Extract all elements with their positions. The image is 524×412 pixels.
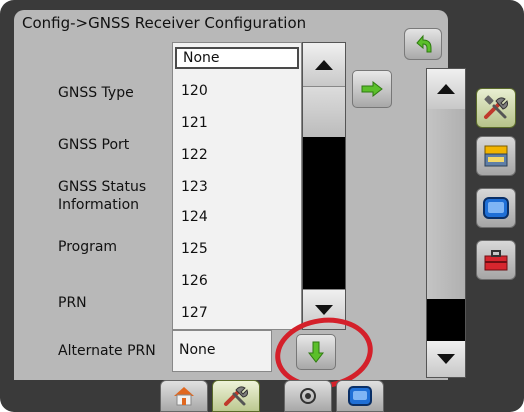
dropdown-scroll-up-button[interactable] [303, 43, 345, 87]
dropdown-option[interactable]: 121 [181, 115, 208, 131]
down-triangle-icon [315, 304, 333, 315]
side-tab-toolbox[interactable] [476, 240, 516, 280]
gnss-status-label-line2: Information [58, 197, 140, 213]
dropdown-option[interactable]: 122 [181, 147, 208, 163]
display-icon [483, 197, 509, 219]
page-scroll-thumb[interactable] [427, 109, 465, 299]
up-triangle-icon [437, 84, 455, 94]
dropdown-option[interactable]: 123 [181, 179, 208, 195]
alternate-prn-label: Alternate PRN [58, 343, 156, 359]
page-scroll-down-button[interactable] [427, 341, 465, 377]
dropdown-option[interactable]: 125 [181, 241, 208, 257]
dropdown-option[interactable]: 124 [181, 209, 208, 225]
gnss-status-label-line1: GNSS Status [58, 179, 147, 195]
toolbox-icon [484, 250, 508, 271]
home-icon [174, 387, 194, 406]
console-icon [484, 145, 508, 167]
display-icon [348, 386, 372, 406]
page-scroll-up-button[interactable] [427, 69, 465, 109]
side-tab-console[interactable] [476, 136, 516, 176]
dropdown-option[interactable]: 120 [181, 83, 208, 99]
prn-dropdown-list[interactable]: None 120 121 122 123 124 125 126 127 [172, 42, 302, 330]
bottom-tab-gps[interactable] [284, 380, 332, 412]
up-triangle-icon [315, 59, 333, 70]
page-title: Config->GNSS Receiver Configuration [22, 14, 307, 32]
back-button[interactable] [404, 28, 442, 60]
dropdown-option[interactable]: 127 [181, 305, 208, 321]
side-tab-display[interactable] [476, 188, 516, 228]
gnss-port-label: GNSS Port [58, 137, 130, 153]
tools-icon [484, 95, 508, 119]
tools-icon [224, 386, 248, 406]
program-label: Program [58, 239, 118, 255]
bottom-tab-tools[interactable] [212, 380, 260, 412]
bottom-tab-home[interactable] [160, 380, 208, 412]
next-button[interactable] [352, 70, 392, 108]
prn-label: PRN [58, 295, 87, 311]
back-arrow-icon [416, 34, 432, 53]
right-arrow-icon [361, 81, 383, 97]
dropdown-scrollbar[interactable] [302, 42, 346, 330]
down-triangle-icon [437, 354, 455, 364]
dropdown-scroll-thumb[interactable] [303, 87, 345, 137]
gnss-type-label: GNSS Type [58, 85, 134, 101]
dropdown-selected-option[interactable]: None [175, 47, 299, 69]
bottom-tab-display[interactable] [336, 380, 384, 412]
page-scrollbar[interactable] [426, 68, 466, 378]
side-tab-tools[interactable] [476, 88, 516, 128]
dropdown-option[interactable]: 126 [181, 273, 208, 289]
alternate-prn-field[interactable]: None [172, 330, 272, 372]
gps-icon [300, 388, 316, 404]
